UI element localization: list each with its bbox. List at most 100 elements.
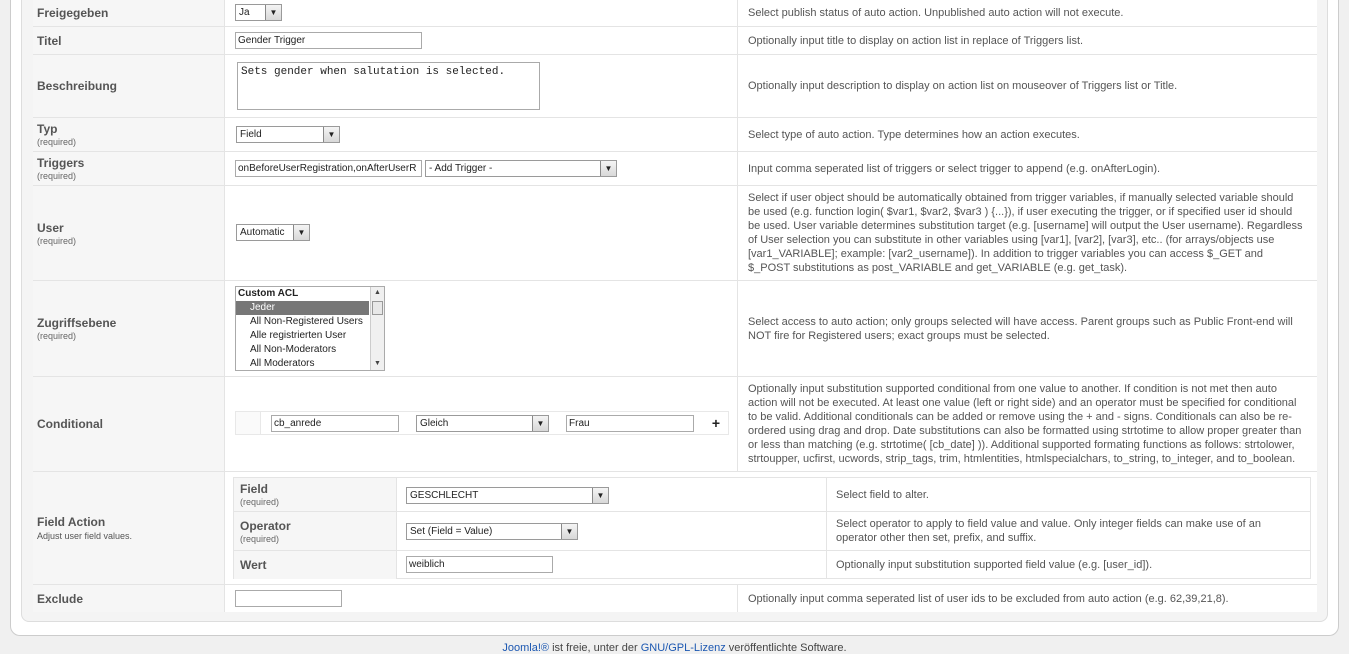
row-published: Freigegeben Ja ▼ Select publish status of…: [33, 0, 1317, 27]
description-textarea[interactable]: Sets gender when salutation is selected.: [237, 62, 540, 110]
label-cell: Wert: [234, 551, 397, 579]
control-cell: Custom ACL Jeder All Non-Registered User…: [225, 281, 738, 376]
control-cell: Gender Trigger: [225, 27, 738, 54]
footer-text: ist freie, unter der: [549, 642, 641, 654]
title-input[interactable]: Gender Trigger: [235, 32, 422, 49]
control-cell: [225, 585, 738, 612]
list-item[interactable]: Alle registrierten User: [236, 329, 384, 343]
add-conditional-button[interactable]: +: [712, 415, 720, 431]
published-select[interactable]: Ja ▼: [235, 4, 282, 21]
row-description: Beschreibung Sets gender when salutation…: [33, 55, 1317, 118]
description-label: Beschreibung: [37, 79, 118, 93]
label-cell: Field (required): [234, 478, 397, 511]
exclude-label: Exclude: [37, 591, 84, 606]
conditional-right-input[interactable]: Frau: [566, 415, 694, 432]
user-desc: Select if user object should be automati…: [748, 192, 1303, 274]
list-item[interactable]: Custom ACL: [236, 287, 384, 301]
label-cell: Operator (required): [234, 512, 397, 550]
user-select[interactable]: Automatic ▼: [236, 224, 310, 241]
user-value: Automatic: [240, 227, 285, 238]
conditional-desc: Optionally input substitution supported …: [748, 383, 1302, 465]
label-cell: Freigegeben: [33, 0, 225, 26]
chevron-down-icon: ▼: [323, 127, 339, 142]
list-item[interactable]: All Non-Moderators: [236, 343, 384, 357]
license-link[interactable]: GNU/GPL-Lizenz: [641, 642, 726, 654]
operator-select-value: Set (Field = Value): [410, 526, 493, 537]
row-user: User (required) Automatic ▼ Select if user…: [33, 186, 1317, 281]
required-note: (required): [37, 171, 77, 181]
operator-select[interactable]: Set (Field = Value) ▼: [406, 523, 578, 540]
value-label: Wert: [240, 558, 267, 572]
operator-value: Gleich: [420, 418, 449, 429]
type-label: Typ: [37, 122, 58, 136]
row-triggers: Triggers (required) onBeforeUserRegistrat…: [33, 152, 1317, 186]
add-trigger-select[interactable]: - Add Trigger - ▼: [425, 160, 617, 177]
row-title: Titel Gender Trigger Optionally input ti…: [33, 27, 1317, 55]
type-value: Field: [240, 129, 262, 140]
title-label: Titel: [37, 33, 62, 48]
list-item[interactable]: Jeder: [236, 301, 369, 315]
control-cell: Sets gender when salutation is selected.: [225, 55, 738, 117]
title-desc: Optionally input title to display on act…: [748, 34, 1084, 47]
list-item[interactable]: All Non-Registered Users: [236, 315, 384, 329]
type-select[interactable]: Field ▼: [236, 126, 340, 143]
list-item[interactable]: All Moderators: [236, 357, 384, 370]
footer-text-end: veröffentlichte Software.: [725, 642, 847, 654]
control-cell: Set (Field = Value) ▼: [397, 512, 827, 550]
scroll-thumb[interactable]: [372, 301, 383, 315]
access-desc: Select access to auto action; only group…: [748, 315, 1293, 342]
drag-handle[interactable]: [236, 412, 261, 434]
access-label: Zugriffsebene: [37, 316, 117, 330]
value-desc: Optionally input substitution supported …: [836, 559, 1153, 571]
field-label: Field: [240, 482, 269, 496]
control-cell: Ja ▼: [225, 0, 738, 26]
field-select[interactable]: GESCHLECHT ▼: [406, 487, 609, 504]
triggers-input[interactable]: onBeforeUserRegistration,onAfterUserR: [235, 160, 422, 177]
access-listbox[interactable]: Custom ACL Jeder All Non-Registered User…: [235, 286, 385, 371]
row-access: Zugriffsebene (required) Custom ACL Jeder…: [33, 281, 1317, 377]
value-input[interactable]: weiblich: [406, 556, 553, 573]
control-cell: Field ▼: [225, 118, 738, 151]
required-note: (required): [240, 533, 280, 544]
required-note: (required): [240, 497, 280, 507]
type-desc: Select type of auto action. Type determi…: [748, 128, 1080, 141]
triggers-label: Triggers: [37, 156, 85, 170]
chevron-down-icon: ▼: [265, 5, 281, 20]
label-cell: Zugriffsebene (required): [33, 281, 225, 376]
row-type: Typ (required) Field ▼ Select type of auto…: [33, 118, 1317, 152]
user-label: User: [37, 220, 64, 235]
nested-row-value: Wert weiblich Optionally input substitut…: [234, 551, 1310, 579]
conditional-row: cb_anrede Gleich ▼ Frau +: [235, 411, 729, 435]
conditional-left-input[interactable]: cb_anrede: [271, 415, 399, 432]
operator-label: Operator: [240, 518, 291, 533]
label-cell: Exclude: [33, 585, 225, 612]
listbox-scrollbar[interactable]: ▲ ▼: [370, 287, 384, 370]
label-cell: Field Action Adjust user field values.: [33, 472, 225, 584]
scroll-up-icon[interactable]: ▲: [371, 287, 384, 299]
nested-row-field: Field (required) GESCHLECHT ▼ Select field…: [234, 478, 1310, 512]
label-cell: User (required): [33, 186, 225, 280]
triggers-desc: Input comma seperated list of triggers o…: [748, 162, 1161, 175]
control-cell: onBeforeUserRegistration,onAfterUserR - …: [225, 152, 738, 185]
conditional-operator-select[interactable]: Gleich ▼: [416, 415, 549, 432]
scroll-down-icon[interactable]: ▼: [371, 358, 384, 370]
label-cell: Beschreibung: [33, 55, 225, 117]
chevron-down-icon: ▼: [293, 225, 309, 240]
exclude-desc: Optionally input comma seperated list of…: [748, 592, 1229, 605]
required-note: (required): [37, 331, 77, 341]
add-trigger-value: - Add Trigger -: [429, 163, 493, 174]
required-note: (required): [37, 137, 77, 147]
chevron-down-icon: ▼: [592, 488, 608, 503]
exclude-input[interactable]: [235, 590, 342, 607]
footer: Joomla!® ist freie, unter der GNU/GPL-Li…: [0, 642, 1349, 654]
field-desc: Select field to alter.: [836, 488, 929, 501]
label-cell: Conditional: [33, 377, 225, 471]
joomla-link[interactable]: Joomla!®: [502, 642, 549, 654]
field-action-label: Field Action: [37, 515, 106, 529]
field-action-sub: Adjust user field values.: [37, 531, 133, 541]
row-exclude: Exclude Optionally input comma seperated…: [33, 585, 1317, 612]
published-label: Freigegeben: [37, 6, 109, 20]
required-note: (required): [37, 235, 77, 246]
conditional-label: Conditional: [37, 417, 103, 431]
label-cell: Titel: [33, 27, 225, 54]
